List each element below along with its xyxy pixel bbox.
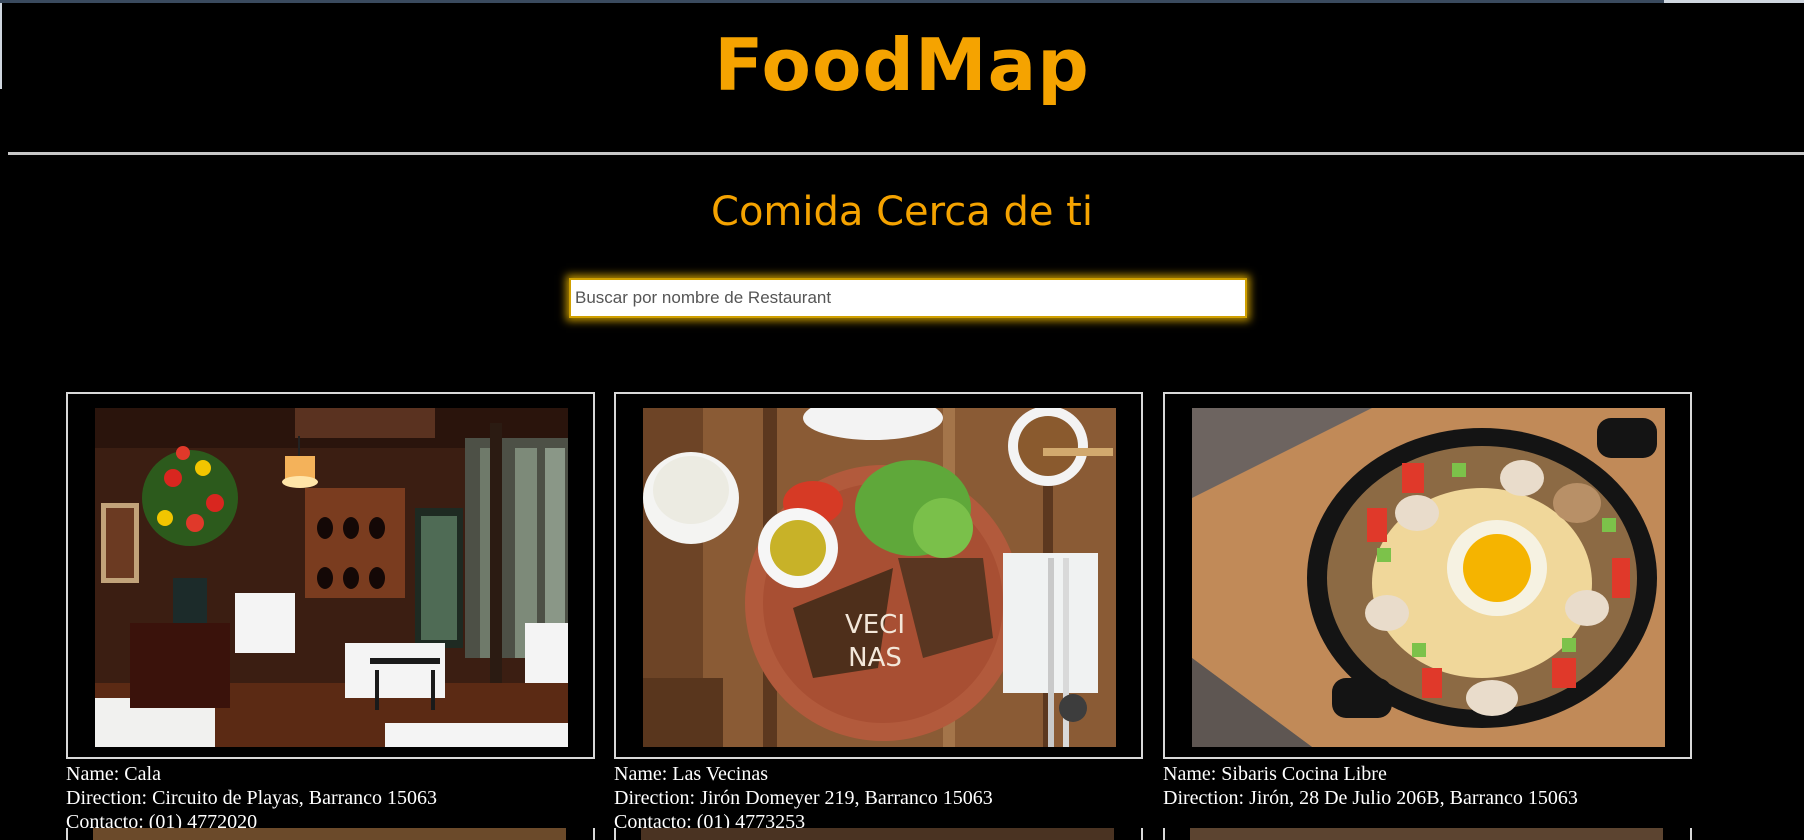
next-card-photo — [1190, 828, 1663, 840]
restaurant-name: Name: Las Vecinas — [614, 763, 769, 785]
next-card-photo — [641, 828, 1114, 840]
restaurant-name: Name: Cala — [66, 763, 161, 785]
plate-text-nas: NAS — [848, 643, 902, 673]
restaurant-name: Name: Sibaris Cocina Libre — [1163, 763, 1387, 785]
restaurant-photo-frame — [66, 392, 595, 759]
plate-text-veci: VECI — [845, 610, 905, 640]
restaurant-direction: Direction: Circuito de Playas, Barranco … — [66, 787, 438, 809]
brand-title: FoodMap — [714, 23, 1090, 107]
restaurant-direction: Direction: Jirón Domeyer 219, Barranco 1… — [614, 787, 993, 809]
restaurant-info: Name: Sibaris Cocina Libre Direction: Ji… — [1163, 762, 1692, 810]
header-divider — [8, 152, 1804, 155]
restaurant-dining-room-photo[interactable] — [95, 408, 568, 747]
page: FoodMap Comida Cerca de ti Buscar por no… — [0, 0, 1804, 840]
restaurant-info: Name: Cala Direction: Circuito de Playas… — [66, 762, 595, 834]
next-card-photo — [93, 828, 566, 840]
restaurant-info: Name: Las Vecinas Direction: Jirón Domey… — [614, 762, 1143, 834]
window-right-edge — [1664, 0, 1804, 3]
page-subtitle: Comida Cerca de ti — [711, 189, 1093, 235]
window-top-edge — [0, 0, 1804, 3]
restaurant-photo-frame — [1163, 392, 1692, 759]
restaurant-photo-frame: VECI NAS — [614, 392, 1143, 759]
sandwich-plate-photo[interactable]: VECI NAS — [643, 408, 1116, 747]
search-input[interactable] — [569, 278, 1247, 318]
skillet-egg-dish-photo[interactable] — [1192, 408, 1665, 747]
restaurant-direction: Direction: Jirón, 28 De Julio 206B, Barr… — [1163, 787, 1578, 809]
